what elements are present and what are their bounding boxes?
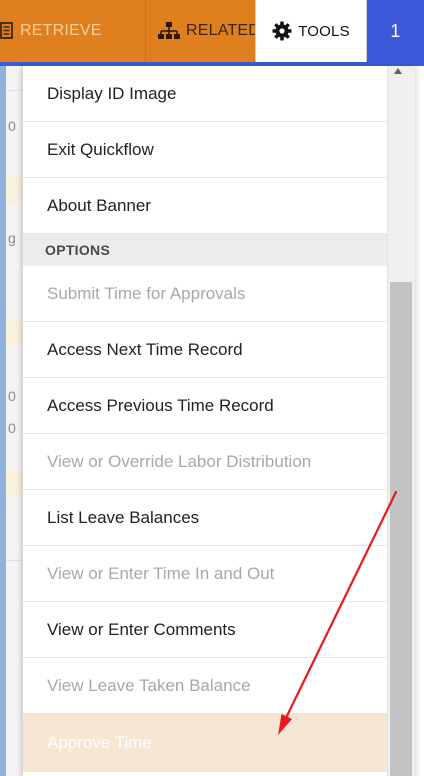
related-label: RELATED [186, 22, 261, 39]
top-toolbar: RETRIEVE RELATED TOOLS 1 [0, 0, 424, 66]
menu-item-submit-time-for-approvals: Submit Time for Approvals [23, 266, 387, 322]
menu-item-label: View Leave Taken Balance [47, 675, 251, 695]
menu-item-label: Display ID Image [47, 83, 177, 103]
tools-button[interactable]: TOOLS [255, 0, 367, 62]
menu-item-label: View or Enter Comments [47, 619, 236, 639]
background-text-fragment: g [8, 230, 16, 246]
menu-item-display-id-image[interactable]: Display ID Image [23, 66, 387, 122]
document-icon [0, 22, 14, 40]
menu-list: Display ID Image Exit Quickflow About Ba… [23, 66, 387, 772]
sitemap-icon [158, 22, 180, 40]
scroll-up-arrow-icon[interactable] [394, 68, 402, 74]
menu-item-view-or-enter-time-in-and-out: View or Enter Time In and Out [23, 546, 387, 602]
menu-item-label: Approve Time [47, 733, 152, 752]
menu-item-label: Access Next Time Record [47, 339, 243, 359]
background-text-fragment: 0 [8, 118, 16, 134]
menu-item-view-or-override-labor-distribution: View or Override Labor Distribution [23, 434, 387, 490]
menu-section-header-options: OPTIONS [23, 234, 387, 266]
count-value: 1 [390, 20, 401, 41]
menu-scrollbar[interactable] [387, 66, 415, 776]
retrieve-label: RETRIEVE [20, 22, 102, 39]
menu-item-exit-quickflow[interactable]: Exit Quickflow [23, 122, 387, 178]
background-text-fragment: 0 [8, 388, 16, 404]
menu-item-label: List Leave Balances [47, 507, 200, 527]
menu-item-approve-time[interactable]: Approve Time [23, 714, 387, 772]
menu-item-list-leave-balances[interactable]: List Leave Balances [23, 490, 387, 546]
gear-icon [272, 21, 292, 41]
menu-item-label: View or Enter Time In and Out [47, 563, 275, 583]
retrieve-button[interactable]: RETRIEVE [0, 0, 145, 62]
tools-dropdown-menu: Display ID Image Exit Quickflow About Ba… [22, 66, 415, 776]
menu-item-about-banner[interactable]: About Banner [23, 178, 387, 234]
related-button[interactable]: RELATED [145, 0, 260, 62]
tools-label: TOOLS [298, 22, 350, 40]
menu-item-access-next-time-record[interactable]: Access Next Time Record [23, 322, 387, 378]
background-left-border [0, 66, 6, 776]
menu-item-label: Exit Quickflow [47, 139, 154, 159]
section-header-label: OPTIONS [45, 242, 111, 258]
menu-item-access-previous-time-record[interactable]: Access Previous Time Record [23, 378, 387, 434]
background-text-fragment: 0 [8, 420, 16, 436]
menu-item-label: About Banner [47, 195, 151, 215]
scrollbar-thumb[interactable] [390, 282, 412, 776]
menu-item-view-or-enter-comments[interactable]: View or Enter Comments [23, 602, 387, 658]
menu-item-label: Submit Time for Approvals [47, 283, 246, 303]
notification-count-badge[interactable]: 1 [367, 0, 424, 62]
menu-item-label: Access Previous Time Record [47, 395, 274, 415]
menu-item-view-leave-taken-balance: View Leave Taken Balance [23, 658, 387, 714]
menu-item-label: View or Override Labor Distribution [47, 451, 312, 471]
